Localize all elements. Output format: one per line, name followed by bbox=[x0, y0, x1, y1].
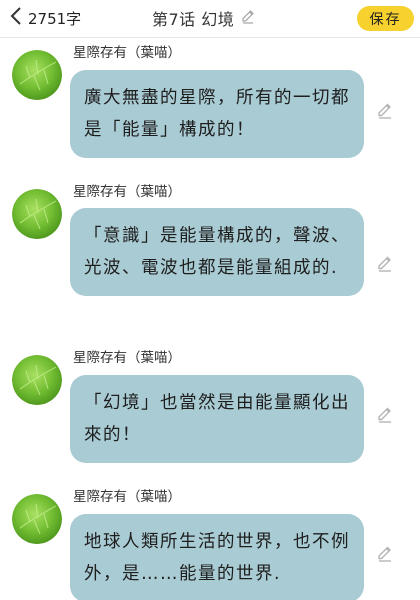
avatar[interactable] bbox=[12, 189, 62, 239]
pencil-icon[interactable] bbox=[376, 544, 394, 562]
author-name: 星際存有（葉喵） bbox=[73, 184, 181, 200]
pencil-icon bbox=[234, 8, 256, 28]
message-bubble[interactable]: 地球人類所生活的世界，也不例外，是……能量的世界. bbox=[70, 514, 364, 600]
save-button[interactable]: 保存 bbox=[357, 6, 414, 31]
avatar[interactable] bbox=[12, 355, 62, 405]
pencil-icon[interactable] bbox=[376, 101, 394, 119]
word-count: 2751字 bbox=[28, 9, 82, 28]
message-bubble[interactable]: 「幻境」也當然是由能量顯化出來的！ bbox=[70, 375, 364, 463]
author-name: 星際存有（葉喵） bbox=[73, 350, 181, 366]
pencil-icon[interactable] bbox=[376, 405, 394, 423]
avatar[interactable] bbox=[12, 494, 62, 544]
pencil-icon[interactable] bbox=[376, 254, 394, 272]
chevron-left-icon bbox=[10, 7, 22, 29]
avatar[interactable] bbox=[12, 50, 62, 100]
author-name: 星際存有（葉喵） bbox=[73, 45, 181, 61]
top-bar: 2751字 第7话 幻境 保存 bbox=[0, 0, 420, 38]
back-button[interactable]: 2751字 bbox=[10, 7, 81, 29]
chapter-title-text: 第7话 幻境 bbox=[152, 10, 235, 29]
message-bubble[interactable]: 「意識」是能量構成的，聲波、光波、電波也都是能量組成的. bbox=[70, 208, 364, 296]
message-bubble[interactable]: 廣大無盡的星際，所有的一切都是「能量」構成的！ bbox=[70, 70, 364, 158]
author-name: 星際存有（葉喵） bbox=[73, 489, 181, 505]
chapter-title[interactable]: 第7话 幻境 bbox=[152, 7, 256, 29]
